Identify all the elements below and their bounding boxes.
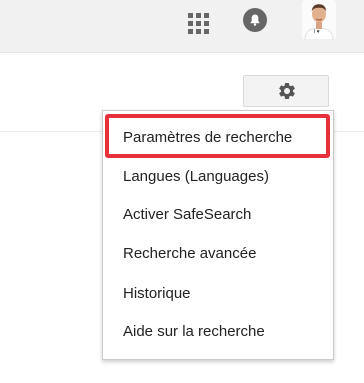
- menu-item-safesearch[interactable]: Activer SafeSearch: [123, 205, 251, 225]
- avatar-shirt-text: I ♥: [314, 29, 320, 35]
- apps-grid-icon[interactable]: [188, 13, 210, 35]
- menu-item-search-settings[interactable]: Paramètres de recherche: [123, 128, 292, 148]
- menu-item-search-help[interactable]: Aide sur la recherche: [123, 322, 265, 342]
- menu-item-languages[interactable]: Langues (Languages): [123, 167, 269, 187]
- gear-icon: [279, 83, 295, 99]
- bell-icon[interactable]: [243, 8, 267, 32]
- top-bar: I ♥: [0, 0, 364, 53]
- menu-item-history[interactable]: Historique: [123, 284, 191, 304]
- settings-dropdown-menu: Paramètres de recherche Langues (Languag…: [102, 110, 334, 360]
- settings-button[interactable]: [243, 75, 329, 107]
- menu-item-advanced-search[interactable]: Recherche avancée: [123, 244, 256, 264]
- avatar[interactable]: I ♥: [302, 0, 336, 40]
